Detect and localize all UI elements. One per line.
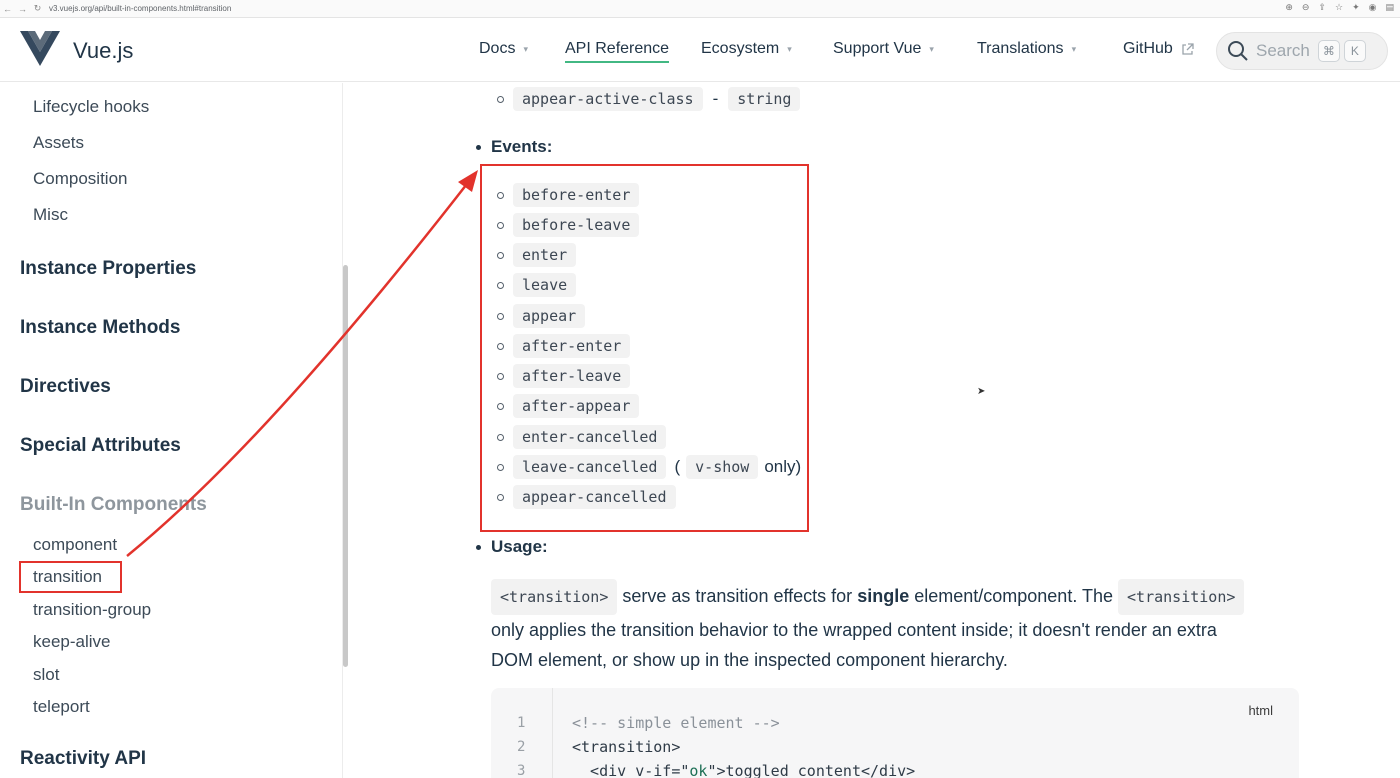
search-placeholder: Search xyxy=(1256,41,1310,60)
menu-icon[interactable]: ▤ xyxy=(1385,2,1394,13)
code-language-label: html xyxy=(1248,703,1273,718)
nav-api-reference[interactable]: API Reference xyxy=(565,40,670,63)
vue-logo-icon[interactable] xyxy=(20,31,60,67)
star-icon[interactable]: ☆ xyxy=(1335,2,1343,13)
code-line: <!-- simple element --> xyxy=(572,714,780,732)
chevron-down-icon: ▾ xyxy=(929,43,934,54)
zoom-icon[interactable]: ⊖ xyxy=(1302,2,1310,13)
sidebar-item-composition[interactable]: Composition xyxy=(33,169,128,189)
sidebar-item-transition-group[interactable]: transition-group xyxy=(33,600,151,620)
events-heading: Events: xyxy=(491,137,553,156)
events-highlight-box xyxy=(480,164,809,532)
transition-tag-code: <transition> xyxy=(491,579,618,615)
prop-row: appear-active-class - string xyxy=(513,87,801,111)
list-bullet xyxy=(497,96,504,103)
sidebar-item-lifecycle-hooks[interactable]: Lifecycle hooks xyxy=(33,97,149,117)
prop-name: appear-active-class xyxy=(513,87,703,111)
sidebar-section-special-attributes[interactable]: Special Attributes xyxy=(20,435,181,457)
k-key: K xyxy=(1343,40,1366,62)
sidebar-item-assets[interactable]: Assets xyxy=(33,133,84,153)
back-icon[interactable]: ← xyxy=(0,4,15,14)
code-line: <transition> xyxy=(572,738,681,756)
usage-paragraph: <transition> serve as transition effects… xyxy=(491,579,1291,675)
site-navbar: Vue.js Docs ▾ API Reference Ecosystem ▾ Su… xyxy=(0,18,1400,82)
code-line: <div v-if="ok">toggled content</div> xyxy=(572,762,916,778)
sidebar-section-reactivity-api[interactable]: Reactivity API xyxy=(20,748,146,770)
command-key: ⌘ xyxy=(1317,40,1340,62)
mouse-cursor-icon: ➤ xyxy=(977,386,986,397)
list-bullet xyxy=(476,145,481,150)
chevron-down-icon: ▾ xyxy=(523,43,528,54)
prop-separator: - xyxy=(712,89,719,108)
usage-heading: Usage: xyxy=(491,537,548,556)
line-number: 3 xyxy=(517,763,526,778)
chevron-down-icon: ▾ xyxy=(1071,43,1077,54)
nav-support-vue[interactable]: Support Vue ▾ xyxy=(833,40,934,58)
sidebar-scrollbar[interactable] xyxy=(343,265,348,667)
search-icon xyxy=(1228,41,1248,61)
reload-icon[interactable]: ↻ xyxy=(30,3,45,14)
sidebar-item-misc[interactable]: Misc xyxy=(33,205,68,225)
external-link-icon xyxy=(1182,42,1194,55)
sidebar-section-directives[interactable]: Directives xyxy=(20,376,111,398)
sidebar-item-component[interactable]: component xyxy=(33,535,117,555)
browser-toolbar: ← → ↻ v3.vuejs.org/api/built-in-componen… xyxy=(0,0,1400,18)
transition-highlight-box xyxy=(19,561,122,593)
profile-icon[interactable]: ◉ xyxy=(1369,2,1377,13)
transition-tag-code: <transition> xyxy=(1118,579,1245,615)
nav-docs[interactable]: Docs ▾ xyxy=(479,40,528,58)
line-number: 2 xyxy=(517,739,526,755)
nav-ecosystem[interactable]: Ecosystem ▾ xyxy=(701,40,792,58)
search-button[interactable]: Search ⌘ K xyxy=(1216,32,1388,70)
sidebar: Lifecycle hooks Assets Composition Misc … xyxy=(0,83,340,778)
sidebar-section-built-in-components[interactable]: Built-In Components xyxy=(20,494,207,516)
code-block: 1 2 3 <!-- simple element --> <transitio… xyxy=(491,688,1299,778)
browser-extension-icons: ⊕ ⊖ ⇪ ☆ ✦ ◉ ▤ xyxy=(1285,2,1394,13)
nav-translations[interactable]: Translations ▾ xyxy=(977,40,1076,58)
nav-github[interactable]: GitHub xyxy=(1123,40,1194,58)
extension-icon[interactable]: ⊕ xyxy=(1285,2,1293,13)
chevron-down-icon: ▾ xyxy=(787,43,792,54)
share-icon[interactable]: ⇪ xyxy=(1318,2,1326,13)
sidebar-item-teleport[interactable]: teleport xyxy=(33,697,90,717)
forward-icon[interactable]: → xyxy=(15,4,30,14)
sidebar-item-keep-alive[interactable]: keep-alive xyxy=(33,632,111,652)
puzzle-icon[interactable]: ✦ xyxy=(1352,2,1360,13)
list-bullet xyxy=(476,545,481,550)
sidebar-section-instance-methods[interactable]: Instance Methods xyxy=(20,317,180,339)
address-bar[interactable]: v3.vuejs.org/api/built-in-components.htm… xyxy=(49,4,231,13)
prop-type: string xyxy=(728,87,801,111)
sidebar-section-instance-properties[interactable]: Instance Properties xyxy=(20,258,196,280)
site-brand[interactable]: Vue.js xyxy=(73,38,133,64)
line-number: 1 xyxy=(517,715,526,731)
sidebar-item-slot[interactable]: slot xyxy=(33,665,59,685)
